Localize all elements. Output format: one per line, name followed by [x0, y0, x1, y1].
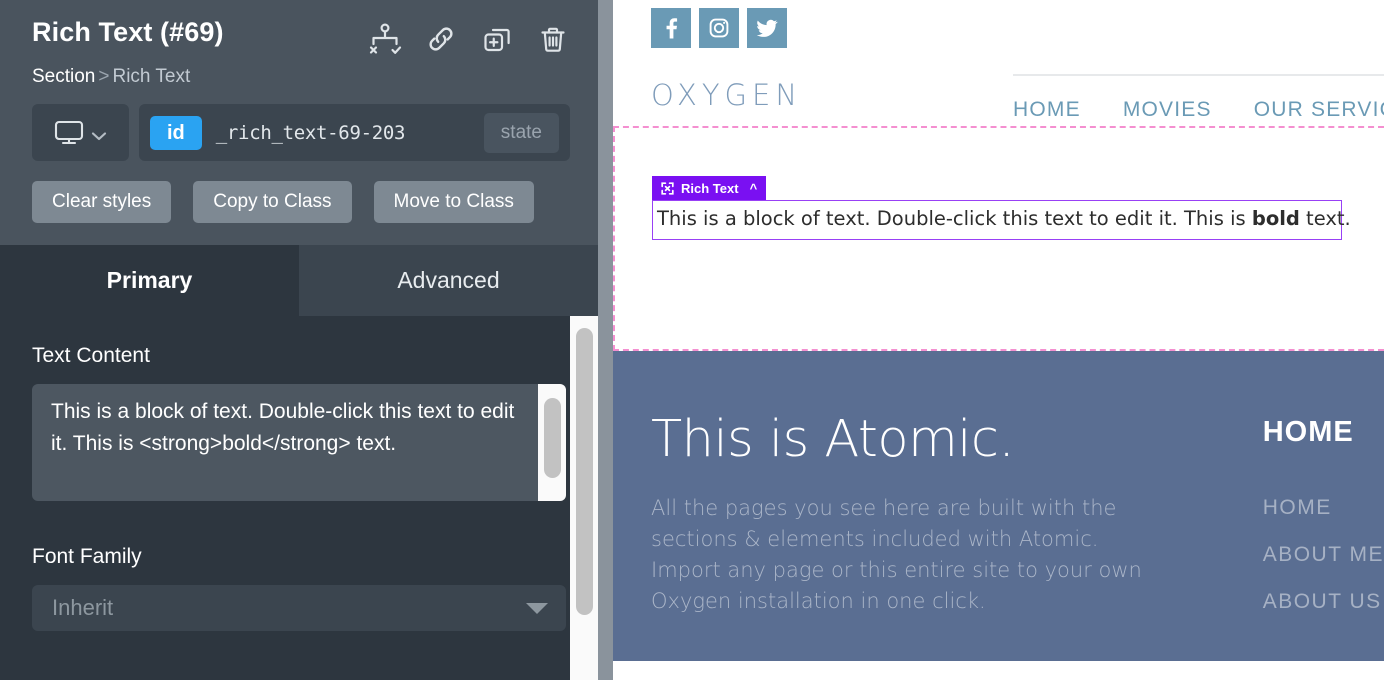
- text-content-field[interactable]: This is a block of text. Double-click th…: [32, 384, 566, 501]
- oxygen-builder-screen: Rich Text (#69) Section > Rich Text id _…: [0, 0, 1384, 680]
- hero-link-about-us[interactable]: ABOUT US: [1263, 590, 1384, 614]
- state-button[interactable]: state: [483, 112, 559, 153]
- chevron-up-icon[interactable]: ^: [750, 182, 758, 195]
- hero-link-home[interactable]: HOME: [1263, 496, 1384, 520]
- move-to-class-button[interactable]: Move to Class: [373, 181, 534, 223]
- chevron-down-icon: [91, 128, 107, 140]
- element-badge[interactable]: Rich Text ^: [652, 176, 767, 200]
- id-badge: id: [150, 115, 202, 150]
- panel-body: Text Content This is a block of text. Do…: [0, 316, 598, 680]
- selector-row: id _rich_text-69-203 state: [32, 104, 570, 161]
- twitter-icon[interactable]: [747, 8, 787, 48]
- copy-to-class-button[interactable]: Copy to Class: [193, 181, 352, 223]
- nav-item-our-services[interactable]: OUR SERVICES: [1254, 98, 1384, 122]
- link-icon[interactable]: [424, 22, 458, 56]
- page-preview: OXYGEN HOME MOVIES OUR SERVICES Rich Tex…: [613, 0, 1384, 680]
- rich-text-content[interactable]: This is a block of text. Double-click th…: [652, 200, 1351, 241]
- hero-right-column: HOME HOME ABOUT ME ABOUT US: [1263, 413, 1384, 661]
- page-title: Rich Text (#69): [32, 17, 224, 47]
- hero-side-title: HOME: [1262, 416, 1354, 448]
- hero-left-column: This is Atomic. All the pages you see he…: [651, 413, 1153, 661]
- element-badge-label: Rich Text: [681, 180, 739, 196]
- textarea-scrollbar-thumb[interactable]: [543, 398, 561, 478]
- panel-scrollbar-thumb[interactable]: [575, 328, 593, 615]
- text-content-input[interactable]: This is a block of text. Double-click th…: [32, 384, 538, 501]
- text-content-label: Text Content: [32, 344, 150, 367]
- site-nav: HOME MOVIES OUR SERVICES: [1013, 74, 1384, 122]
- font-family-value: Inherit: [52, 595, 114, 620]
- caret-down-icon: [526, 602, 548, 614]
- hero-link-about-me[interactable]: ABOUT ME: [1263, 543, 1384, 567]
- site-logo: OXYGEN: [651, 78, 803, 112]
- tab-bar: Primary Advanced: [0, 245, 598, 316]
- panel-resize-handle[interactable]: [598, 0, 613, 680]
- social-links: [613, 0, 1384, 48]
- trash-icon[interactable]: [536, 22, 570, 56]
- header-icon-group: [368, 18, 570, 56]
- move-icon: [661, 181, 674, 195]
- builder-panel: Rich Text (#69) Section > Rich Text id _…: [0, 0, 598, 680]
- instagram-icon[interactable]: [699, 8, 739, 48]
- font-family-label: Font Family: [32, 545, 142, 568]
- font-family-select[interactable]: Inherit: [32, 585, 566, 631]
- breadcrumb-separator: >: [98, 66, 110, 87]
- hero-title: This is Atomic.: [651, 410, 1015, 469]
- nav-item-movies[interactable]: MOVIES: [1123, 98, 1212, 122]
- structure-icon[interactable]: [368, 22, 402, 56]
- element-id-field[interactable]: id _rich_text-69-203 state: [139, 104, 570, 161]
- textarea-scrollbar[interactable]: [538, 384, 566, 501]
- breadcrumb-root[interactable]: Section: [32, 66, 95, 87]
- nav-item-home[interactable]: HOME: [1013, 98, 1081, 122]
- rich-text-part-2: text.: [1299, 207, 1351, 230]
- rich-text-bold: bold: [1251, 207, 1300, 230]
- clear-styles-button[interactable]: Clear styles: [32, 181, 172, 223]
- section-outline[interactable]: Rich Text ^ This is a block of text. Dou…: [613, 126, 1384, 351]
- hero-body-text: All the pages you see here are built wit…: [651, 495, 1142, 613]
- monitor-icon: [54, 120, 84, 146]
- tab-primary[interactable]: Primary: [0, 245, 299, 316]
- tab-advanced[interactable]: Advanced: [299, 245, 598, 316]
- style-action-buttons: Clear styles Copy to Class Move to Class: [32, 181, 570, 223]
- panel-header-top: Rich Text (#69): [32, 18, 570, 56]
- rich-text-part-1: This is a block of text. Double-click th…: [657, 207, 1252, 230]
- duplicate-icon[interactable]: [480, 22, 514, 56]
- device-selector[interactable]: [32, 104, 129, 161]
- facebook-icon[interactable]: [651, 8, 691, 48]
- breadcrumb-leaf[interactable]: Rich Text: [112, 66, 190, 87]
- panel-scrollbar[interactable]: [570, 316, 598, 680]
- rich-text-element[interactable]: Rich Text ^ This is a block of text. Dou…: [652, 176, 1351, 241]
- element-id-value[interactable]: _rich_text-69-203: [202, 122, 484, 144]
- hero-section: This is Atomic. All the pages you see he…: [613, 351, 1384, 661]
- breadcrumb: Section > Rich Text: [32, 66, 570, 88]
- site-header: OXYGEN HOME MOVIES OUR SERVICES: [613, 48, 1384, 122]
- panel-header: Rich Text (#69) Section > Rich Text id _…: [0, 0, 598, 245]
